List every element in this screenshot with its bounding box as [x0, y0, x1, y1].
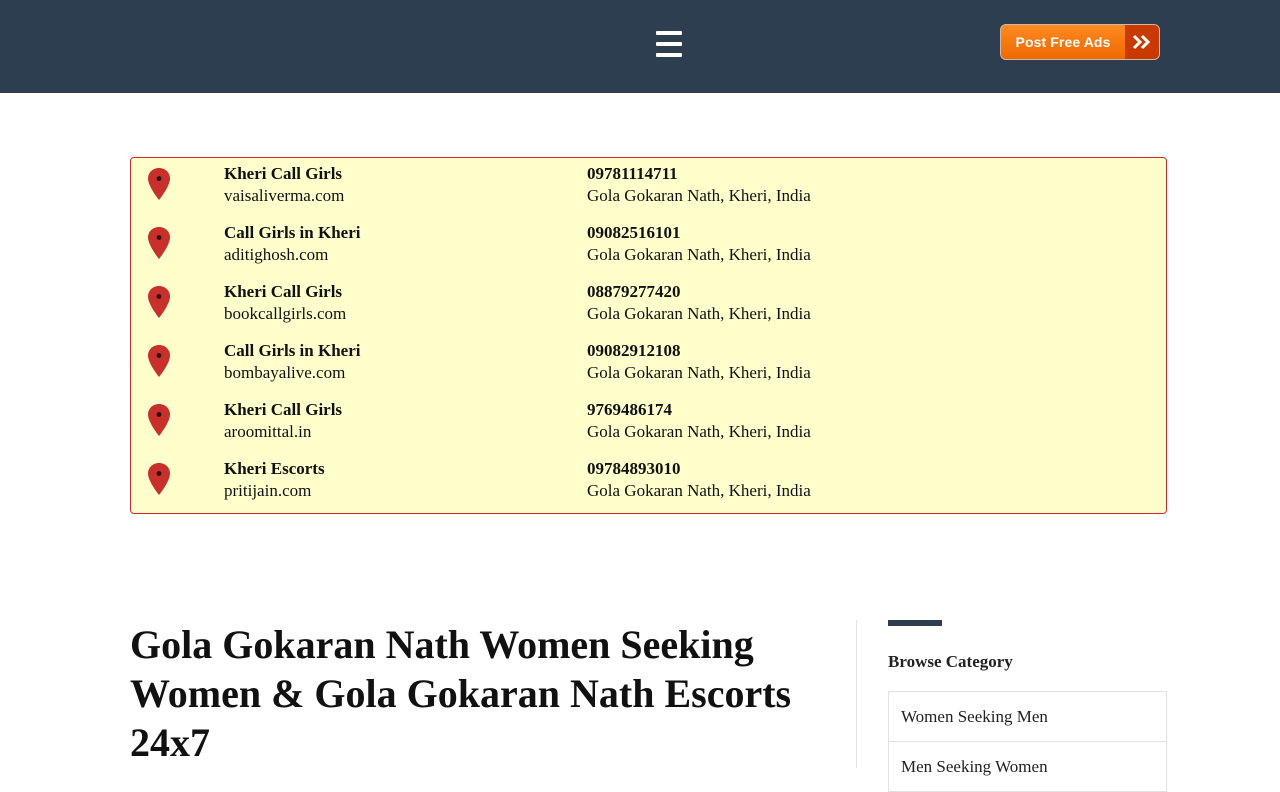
listing-phone: 09781114711: [587, 164, 678, 183]
listing-phone: 09082516101: [587, 223, 681, 242]
listing-site: pritijain.com: [224, 481, 312, 500]
listing-phone: 09784893010: [587, 459, 681, 478]
map-pin-icon: [148, 168, 170, 200]
listing-site: bombayalive.com: [224, 363, 346, 382]
listing-row: Call Girls in Kheri bombayalive.com 0908…: [131, 335, 1166, 394]
listing-location: Gola Gokaran Nath, Kheri, India: [587, 481, 811, 500]
post-free-ads-button[interactable]: Post Free Ads: [1000, 24, 1160, 60]
listing-title[interactable]: Kheri Call Girls: [224, 158, 344, 186]
listing-row: Kheri Call Girls bookcallgirls.com 08879…: [131, 276, 1166, 335]
listing-row: Kheri Escorts pritijain.com 09784893010 …: [131, 453, 1166, 512]
listing-phone: 9769486174: [587, 400, 672, 419]
category-item[interactable]: Men Seeking Women: [888, 741, 1167, 792]
map-pin-icon: [148, 286, 170, 318]
listing-location: Gola Gokaran Nath, Kheri, India: [587, 422, 811, 441]
page-title: Gola Gokaran Nath Women Seeking Women & …: [130, 622, 792, 765]
listing-phone: 09082912108: [587, 341, 681, 360]
listing-title[interactable]: Kheri Call Girls: [224, 276, 346, 304]
listing-site: vaisaliverma.com: [224, 186, 345, 205]
double-chevron-right-icon: [1125, 25, 1159, 59]
map-pin-icon: [148, 227, 170, 259]
listing-title[interactable]: Kheri Escorts: [224, 453, 325, 481]
listing-location: Gola Gokaran Nath, Kheri, India: [587, 304, 811, 323]
listing-phone: 08879277420: [587, 282, 681, 301]
listing-title[interactable]: Call Girls in Kheri: [224, 217, 360, 245]
category-list: Women Seeking Men Men Seeking Women: [888, 691, 1167, 792]
listing-row: Kheri Call Girls vaisaliverma.com 097811…: [131, 158, 1166, 217]
site-header: Post Free Ads: [0, 0, 1280, 93]
map-pin-icon: [148, 463, 170, 495]
listing-title[interactable]: Call Girls in Kheri: [224, 335, 360, 363]
category-item[interactable]: Women Seeking Men: [888, 691, 1167, 742]
listing-site: bookcallgirls.com: [224, 304, 347, 323]
listing-location: Gola Gokaran Nath, Kheri, India: [587, 245, 811, 264]
post-free-ads-label: Post Free Ads: [1015, 34, 1111, 50]
listing-row: Call Girls in Kheri aditighosh.com 09082…: [131, 217, 1166, 276]
hamburger-menu-icon[interactable]: [656, 31, 682, 57]
listing-row: Kheri Call Girls aroomittal.in 976948617…: [131, 394, 1166, 453]
listing-location: Gola Gokaran Nath, Kheri, India: [587, 186, 811, 205]
sidebar-heading: Browse Category: [888, 652, 1013, 671]
map-pin-icon: [148, 404, 170, 436]
listing-box: Kheri Call Girls vaisaliverma.com 097811…: [130, 157, 1167, 514]
map-pin-icon: [148, 345, 170, 377]
column-divider: [856, 620, 857, 768]
listing-site: aroomittal.in: [224, 422, 312, 441]
listing-location: Gola Gokaran Nath, Kheri, India: [587, 363, 811, 382]
listing-title[interactable]: Kheri Call Girls: [224, 394, 342, 422]
listing-site: aditighosh.com: [224, 245, 329, 264]
sidebar-accent-bar: [888, 620, 942, 626]
